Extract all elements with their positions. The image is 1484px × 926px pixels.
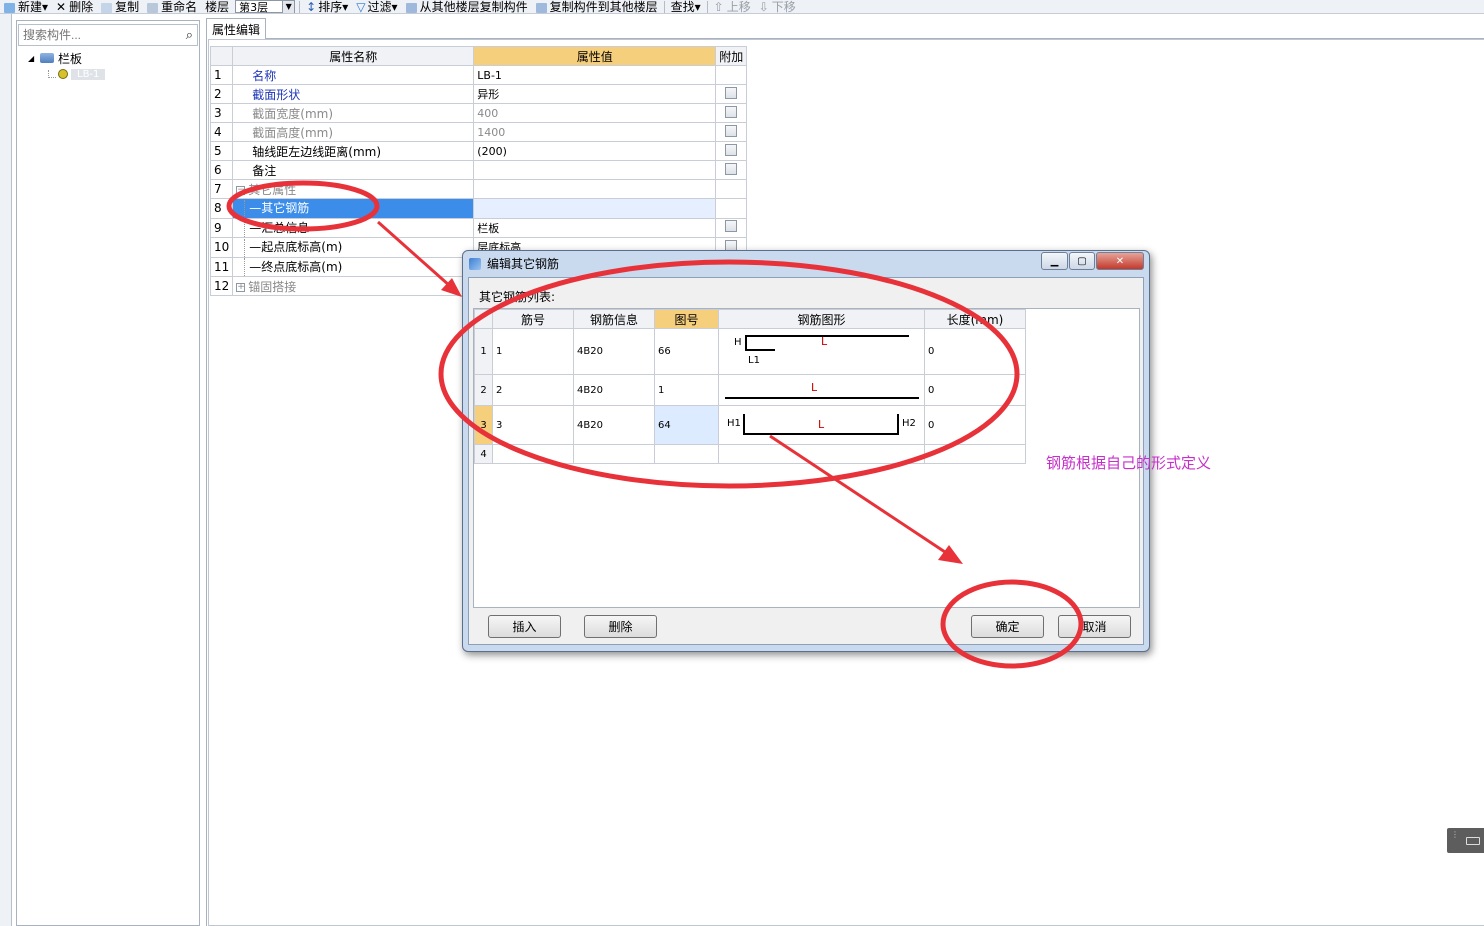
highlight-circle-other-rebar [226, 180, 380, 232]
arrow-line-to-dialog [377, 220, 451, 288]
highlight-circle-rebar-list [438, 259, 1020, 489]
arrowhead-to-ok [938, 545, 963, 564]
annotation-note: 钢筋根据自己的形式定义 [1046, 454, 1212, 472]
highlight-circle-ok-button [940, 579, 1084, 669]
annotation-overlay [226, 180, 1084, 669]
screen: 新建 ▾ ✕ 删除 复制 重命名 楼层 第3层 ▼ ↕ 排序 ▾ ▽ 过滤 ▾ 从其他楼层复制… [0, 0, 1484, 926]
keyboard-toggle[interactable]: ⋮ [1447, 828, 1484, 853]
keyboard-icon [1466, 837, 1480, 845]
grip-icon: ⋮ [1451, 830, 1459, 839]
arrow-line-to-ok [769, 434, 949, 556]
